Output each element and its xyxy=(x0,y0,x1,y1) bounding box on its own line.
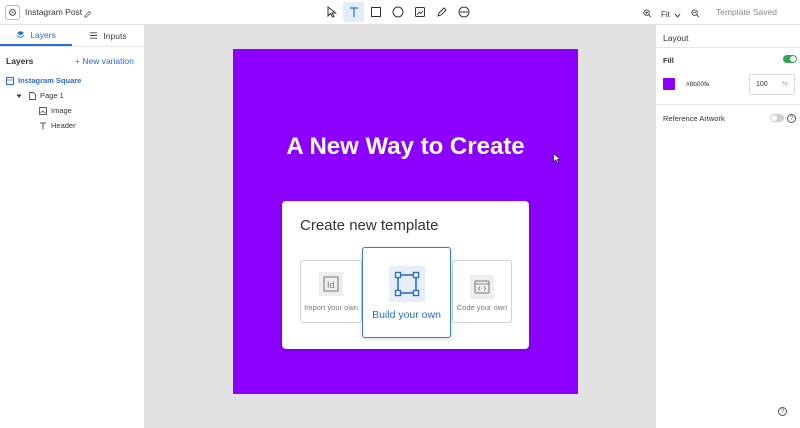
zoom-in-button[interactable] xyxy=(643,5,652,23)
text-tool[interactable] xyxy=(343,2,364,22)
image-icon xyxy=(39,106,47,115)
tool-bar xyxy=(321,2,474,22)
properties-panel: Layout Fill #8b00fe 100 % Reference Artw… xyxy=(655,25,800,428)
toggle-knob xyxy=(771,115,777,121)
zoom-out-button[interactable] xyxy=(691,5,700,23)
layer-label: Page 1 xyxy=(40,91,64,100)
caret-down-icon[interactable] xyxy=(16,93,22,99)
indesign-icon: Id xyxy=(319,272,343,296)
import-your-own-option[interactable]: Id Import your own xyxy=(300,260,362,323)
opacity-value: 100 xyxy=(756,81,768,88)
top-bar: Instagram Post Fit Template Saved xyxy=(0,0,800,25)
zoom-controls: Fit xyxy=(643,5,700,23)
artboard-icon xyxy=(6,76,14,85)
fill-label: Fill xyxy=(663,56,674,65)
panel-tabs: Layers Inputs xyxy=(0,25,144,47)
new-variation-button[interactable]: + New variation xyxy=(75,56,134,66)
text-icon xyxy=(349,7,358,17)
build-your-own-option[interactable]: Build your own xyxy=(362,247,451,338)
card-title: Create new template xyxy=(300,217,439,234)
text-icon xyxy=(39,122,47,130)
save-status: Template Saved xyxy=(716,7,777,17)
ellipse-icon xyxy=(392,6,403,18)
help-icon[interactable]: ? xyxy=(787,114,796,123)
gear-icon xyxy=(9,9,16,16)
pen-icon xyxy=(436,7,447,17)
divider xyxy=(656,104,800,105)
toggle-knob xyxy=(790,56,796,62)
layers-icon xyxy=(16,30,25,39)
zoom-in-icon xyxy=(643,9,652,18)
rectangle-tool[interactable] xyxy=(365,2,386,22)
tab-label: Inputs xyxy=(103,30,127,41)
layer-item-header[interactable]: Header xyxy=(0,118,145,133)
layer-label: Image xyxy=(51,106,72,115)
opacity-input[interactable]: 100 % xyxy=(749,74,795,95)
chevron-down-icon[interactable] xyxy=(674,5,681,23)
tab-inputs[interactable]: Inputs xyxy=(72,25,144,46)
image-icon xyxy=(414,7,425,17)
svg-text:Id: Id xyxy=(327,280,335,290)
ellipse-tool[interactable] xyxy=(387,2,408,22)
layer-tree: Instagram Square Page 1 Image Header xyxy=(0,73,145,133)
option-label: Import your own xyxy=(304,303,358,312)
create-template-card[interactable]: Create new template Id Import your own C… xyxy=(282,201,529,349)
layer-label: Instagram Square xyxy=(18,76,82,85)
image-tool[interactable] xyxy=(409,2,430,22)
rectangle-icon xyxy=(370,7,381,17)
layer-item-page-1[interactable]: Page 1 xyxy=(0,88,145,103)
layout-heading: Layout xyxy=(663,33,689,43)
option-label: Code your own xyxy=(456,303,508,312)
divider xyxy=(656,47,800,48)
artboard[interactable]: A New Way to Create Create new template … xyxy=(233,49,578,394)
document-title[interactable]: Instagram Post xyxy=(25,7,82,17)
frame-icon xyxy=(389,266,425,302)
fill-color-swatch[interactable] xyxy=(663,78,675,90)
component-icon xyxy=(458,6,469,18)
zoom-out-icon xyxy=(691,9,700,18)
layer-item-image[interactable]: Image xyxy=(0,103,145,118)
layers-panel: Layers Inputs Layers + New variation Ins… xyxy=(0,25,145,428)
zoom-select[interactable]: Fit xyxy=(661,10,670,19)
pencil-icon xyxy=(84,10,92,18)
code-your-own-option[interactable]: Code your own xyxy=(452,260,512,323)
page-icon xyxy=(29,91,36,100)
pen-tool[interactable] xyxy=(431,2,452,22)
mouse-cursor-icon xyxy=(553,151,562,169)
cursor-icon xyxy=(327,6,337,18)
option-label: Build your own xyxy=(372,309,441,321)
edit-title-button[interactable] xyxy=(83,6,92,24)
component-tool[interactable] xyxy=(453,2,474,22)
fill-hex-value[interactable]: #8b00fe xyxy=(686,81,710,88)
list-icon xyxy=(90,32,98,39)
fill-toggle[interactable] xyxy=(783,55,797,63)
code-icon xyxy=(470,275,494,299)
help-icon[interactable]: ? xyxy=(778,407,787,416)
tab-layers[interactable]: Layers xyxy=(0,25,72,46)
layers-heading: Layers xyxy=(6,56,34,66)
tab-label: Layers xyxy=(30,29,56,40)
reference-artwork-toggle[interactable] xyxy=(770,114,784,122)
opacity-unit: % xyxy=(781,81,788,88)
headline-text[interactable]: A New Way to Create xyxy=(233,133,578,161)
settings-button[interactable] xyxy=(5,5,20,20)
reference-artwork-label: Reference Artwork xyxy=(663,114,725,123)
layer-label: Header xyxy=(51,121,76,130)
select-tool[interactable] xyxy=(321,2,342,22)
layer-item-instagram-square[interactable]: Instagram Square xyxy=(0,73,145,88)
